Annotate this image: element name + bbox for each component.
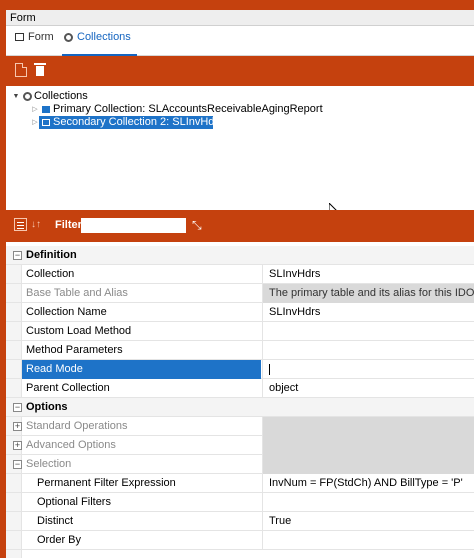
chevron-right-icon[interactable]: ▷ <box>31 116 39 129</box>
property-value[interactable] <box>262 341 474 360</box>
property-row-permanent-filter[interactable]: Permanent Filter Expression InvNum = FP(… <box>6 474 474 493</box>
tree-item-primary-collection[interactable]: ▷ Primary Collection: SLAccountsReceivab… <box>6 103 474 116</box>
chevron-right-icon[interactable]: ▷ <box>31 103 39 116</box>
property-row-standard-operations[interactable]: + Standard Operations <box>6 417 474 436</box>
tree-root-label: Collections <box>34 90 88 102</box>
property-value <box>262 417 474 436</box>
property-row-custom-load-method[interactable]: Custom Load Method <box>6 322 474 341</box>
categorized-view-button[interactable] <box>14 218 27 231</box>
property-value-editor[interactable] <box>262 360 474 379</box>
filter-label: Filter <box>55 219 82 231</box>
property-row-collection-name[interactable]: Collection Name SLInvHdrs <box>6 303 474 322</box>
property-value: The primary table and its alias for this… <box>262 284 474 303</box>
property-row-distinct[interactable]: Distinct True <box>6 512 474 531</box>
chevron-down-icon[interactable]: ▼ <box>12 90 20 103</box>
property-row-advanced-options[interactable]: + Advanced Options <box>6 436 474 455</box>
collection-icon <box>42 119 50 126</box>
collection-icon <box>42 106 50 113</box>
tree-item-secondary-collection[interactable]: ▷ Secondary Collection 2: SLInvHdrs <box>6 116 474 129</box>
property-value <box>262 455 474 474</box>
property-row-selection[interactable]: − Selection <box>6 455 474 474</box>
collections-tree: ▼ Collections ▷ Primary Collection: SLAc… <box>6 86 474 210</box>
expand-icon[interactable]: + <box>13 441 22 450</box>
property-value[interactable] <box>262 493 474 512</box>
property-value[interactable]: True <box>262 512 474 531</box>
property-row-read-mode[interactable]: Read Mode <box>6 360 474 379</box>
form-header: Form <box>6 10 474 26</box>
top-accent-bar <box>0 0 474 10</box>
tree-item-label: Secondary Collection 2: SLInvHdrs <box>53 116 224 128</box>
form-icon <box>15 33 24 41</box>
collections-icon <box>64 33 73 42</box>
tree-item-label: Primary Collection: SLAccountsReceivable… <box>53 103 323 115</box>
property-value <box>262 436 474 455</box>
text-caret <box>269 363 270 375</box>
category-definition[interactable]: − Definition <box>6 246 474 265</box>
new-document-icon[interactable] <box>15 63 27 77</box>
tab-bar: Form Collections <box>6 26 474 56</box>
property-value[interactable] <box>262 322 474 341</box>
tree-root[interactable]: ▼ Collections <box>6 90 474 103</box>
collections-editor: Form Form Collections ▼ Collections ▷ Pr… <box>6 10 474 558</box>
sort-alphabetical-icon[interactable]: ↓↑ <box>31 218 44 231</box>
property-row-order-by[interactable]: Order By <box>6 531 474 550</box>
collapse-icon[interactable]: − <box>13 251 22 260</box>
property-value[interactable]: object <box>262 379 474 398</box>
property-row-collection[interactable]: Collection SLInvHdrs <box>6 265 474 284</box>
property-row-parent-collection[interactable]: Parent Collection object <box>6 379 474 398</box>
tab-collections-label: Collections <box>77 31 131 43</box>
property-row-base-table[interactable]: Base Table and Alias The primary table a… <box>6 284 474 303</box>
trash-icon[interactable] <box>34 63 46 77</box>
property-value[interactable]: SLInvHdrs <box>262 265 474 284</box>
property-row-method-parameters[interactable]: Method Parameters <box>6 341 474 360</box>
category-options[interactable]: − Options <box>6 398 474 417</box>
tab-form[interactable]: Form <box>15 26 54 56</box>
filter-input[interactable] <box>81 218 186 233</box>
tab-collections[interactable]: Collections <box>62 26 137 56</box>
form-header-title: Form <box>10 12 36 24</box>
property-row-optional-filters[interactable]: Optional Filters <box>6 493 474 512</box>
property-grid-toolbar: ↓↑ Filter ⤡ <box>6 210 474 242</box>
property-value[interactable] <box>262 531 474 550</box>
collections-toolbar <box>6 56 474 86</box>
collapse-icon[interactable]: − <box>13 460 22 469</box>
collapse-arrows-icon[interactable]: ⤡ <box>192 218 206 232</box>
property-value[interactable]: InvNum = FP(StdCh) AND BillType = 'P' <box>262 474 474 493</box>
tab-form-label: Form <box>28 31 54 43</box>
property-value[interactable]: SLInvHdrs <box>262 303 474 322</box>
expand-icon[interactable]: + <box>13 422 22 431</box>
collapse-icon[interactable]: − <box>13 403 22 412</box>
collections-icon <box>23 92 32 101</box>
